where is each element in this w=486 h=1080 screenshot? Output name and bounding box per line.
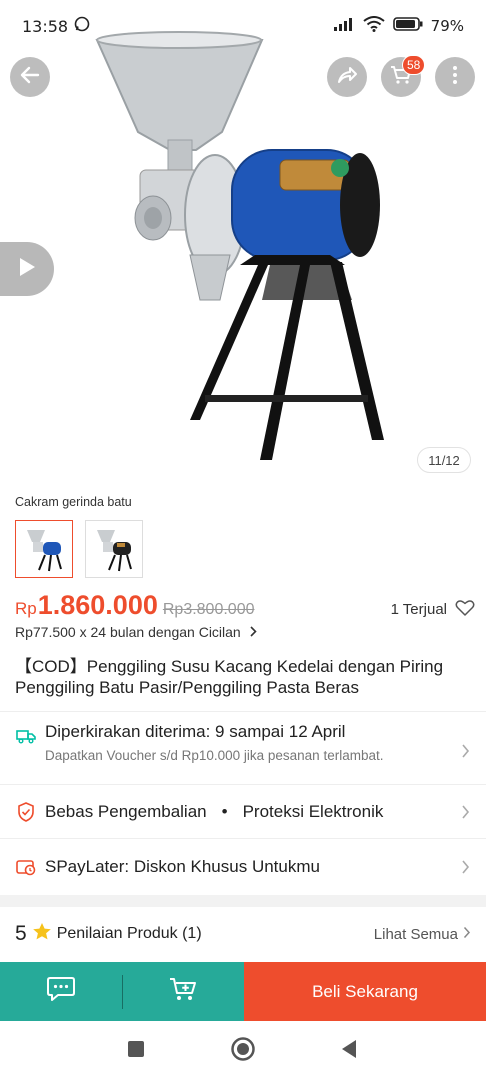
divider <box>0 711 486 712</box>
paylater-row[interactable]: SPayLater: Diskon Khusus Untukmu <box>0 839 486 894</box>
share-icon <box>335 63 359 92</box>
variant-label: Cakram gerinda batu <box>15 495 132 509</box>
price-row: Rp 1.860.000 Rp3.800.000 1 Terjual <box>15 590 475 621</box>
battery-icon <box>392 16 423 36</box>
see-all-reviews-link[interactable]: Lihat Semua <box>374 926 471 943</box>
variant-thumbnail-black[interactable] <box>85 520 143 578</box>
status-time: 13:58 <box>22 16 69 36</box>
chevron-right-icon <box>249 624 257 640</box>
whatsapp-icon <box>74 16 90 37</box>
price-original: Rp3.800.000 <box>162 601 255 618</box>
chevron-right-icon <box>463 926 471 943</box>
arrow-left-icon <box>18 63 42 92</box>
cart-count-badge: 58 <box>402 55 426 75</box>
buy-now-button[interactable]: Beli Sekarang <box>244 962 486 1021</box>
bullet-separator: • <box>221 801 228 821</box>
add-to-cart-button[interactable] <box>122 962 244 1021</box>
square-icon <box>126 1039 146 1064</box>
star-icon <box>32 922 52 946</box>
guarantee-row[interactable]: Bebas Pengembalian • Proteksi Elektronik <box>0 785 486 838</box>
chevron-right-icon <box>461 743 470 764</box>
shield-check-icon <box>15 801 37 823</box>
battery-percent: 79% <box>430 17 464 35</box>
price-currency: Rp <box>15 599 37 618</box>
add-to-cart-icon <box>168 975 198 1008</box>
shipping-row[interactable]: Diperkirakan diterima: 9 sampai 12 April… <box>0 722 486 780</box>
status-bar: 13:58 79% <box>0 0 486 52</box>
rating-label: Penilaian Produk (1) <box>56 925 202 942</box>
back-nav-button[interactable] <box>335 1037 363 1065</box>
circle-icon <box>230 1036 256 1067</box>
variant-thumbnail-blue[interactable] <box>15 520 73 578</box>
rating-score: 5 <box>15 922 27 945</box>
signal-icon <box>333 16 355 36</box>
protection-label: Proteksi Elektronik <box>242 801 384 821</box>
shipping-estimate: Diperkirakan diterima: 9 sampai 12 April <box>45 722 346 741</box>
recent-apps-button[interactable] <box>122 1037 150 1065</box>
shipping-voucher-note: Dapatkan Voucher s/d Rp10.000 jika pesan… <box>45 748 384 763</box>
product-title: 【COD】Penggiling Susu Kacang Kedelai deng… <box>15 657 444 697</box>
installment-text: Rp77.500 x 24 bulan dengan Cicilan <box>15 624 241 640</box>
chat-button[interactable] <box>0 962 122 1021</box>
more-vertical-icon <box>443 63 467 92</box>
back-button[interactable] <box>10 57 50 97</box>
paylater-label: SPayLater: Diskon Khusus Untukmu <box>45 856 320 876</box>
play-icon <box>17 256 37 283</box>
thumbnail-image <box>97 530 132 572</box>
wifi-icon <box>363 16 385 36</box>
sold-label: 1 Terjual <box>390 601 447 618</box>
chat-icon <box>46 975 76 1008</box>
bottom-action-bar: Beli Sekarang <box>0 962 486 1021</box>
play-video-button[interactable] <box>0 242 54 296</box>
chevron-right-icon <box>461 859 470 880</box>
section-separator <box>0 895 486 907</box>
more-options-button[interactable] <box>435 57 475 97</box>
see-all-label: Lihat Semua <box>373 925 458 943</box>
chevron-right-icon <box>461 804 470 825</box>
truck-icon <box>15 725 37 747</box>
home-button[interactable] <box>229 1036 257 1067</box>
thumbnail-image <box>27 530 62 572</box>
returns-label: Bebas Pengembalian <box>45 801 207 821</box>
paylater-icon <box>15 856 37 878</box>
triangle-back-icon <box>339 1038 359 1065</box>
price-current: 1.860.000 <box>37 590 158 620</box>
share-button[interactable] <box>327 57 367 97</box>
image-counter: 11/12 <box>417 447 471 473</box>
rating-row[interactable]: 5 Penilaian Produk (1) Lihat Semua <box>15 922 471 946</box>
installment-link[interactable]: Rp77.500 x 24 bulan dengan Cicilan <box>15 624 257 640</box>
heart-outline-icon[interactable] <box>455 599 475 621</box>
sold-count: 1 Terjual <box>391 599 475 621</box>
